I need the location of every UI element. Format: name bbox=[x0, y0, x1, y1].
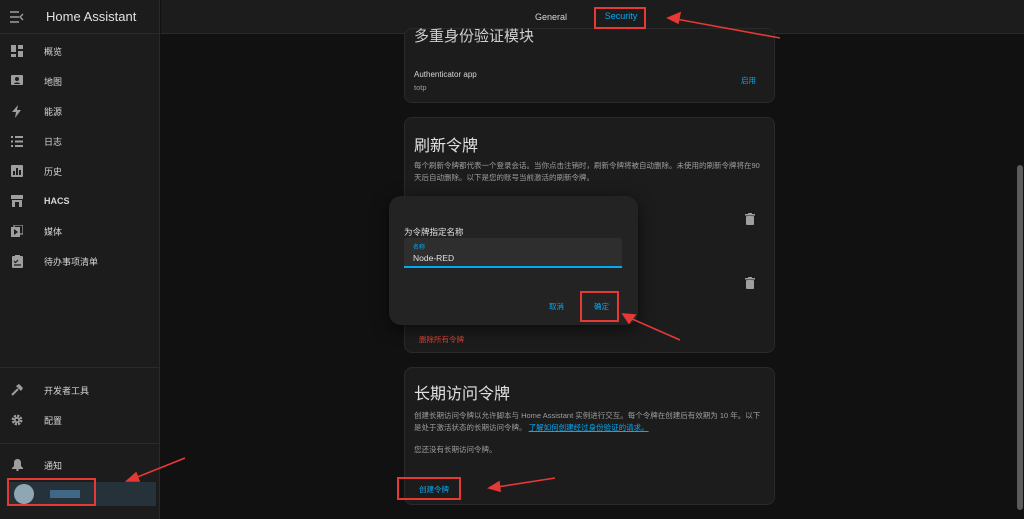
bell-icon bbox=[10, 458, 24, 472]
menu-collapse-icon[interactable] bbox=[10, 10, 26, 24]
avatar bbox=[14, 484, 34, 504]
field-label: 名称 bbox=[413, 245, 426, 251]
sidebar: Home Assistant 概览 地图 能源 日志 历史 HACS 媒体 待办… bbox=[0, 0, 160, 519]
sidebar-item-settings[interactable]: 配置 bbox=[0, 407, 160, 433]
ok-button[interactable]: 确定 bbox=[594, 301, 609, 312]
sidebar-item-label: 通知 bbox=[44, 460, 63, 471]
sidebar-item-todo[interactable]: 待办事项清单 bbox=[0, 248, 160, 274]
sidebar-item-label: 能源 bbox=[44, 106, 63, 117]
sidebar-item-developer-tools[interactable]: 开发者工具 bbox=[0, 377, 160, 403]
chart-icon bbox=[10, 164, 24, 178]
mfa-app-name: Authenticator app bbox=[414, 70, 477, 79]
sidebar-divider bbox=[0, 367, 160, 368]
sidebar-item-notifications[interactable]: 通知 bbox=[0, 452, 160, 478]
mfa-card-title: 多重身份验证模块 bbox=[414, 28, 535, 45]
delete-all-tokens-button[interactable]: 删除所有令牌 bbox=[419, 334, 464, 345]
delete-token-icon[interactable] bbox=[745, 212, 755, 225]
lightning-icon bbox=[10, 104, 24, 118]
sidebar-header: Home Assistant bbox=[0, 0, 159, 34]
long-lived-tokens-card: 长期访问令牌 创建长期访问令牌以允许脚本与 Home Assistant 实例进… bbox=[404, 367, 775, 505]
sidebar-item-media[interactable]: 媒体 bbox=[0, 218, 160, 244]
user-name-redacted bbox=[50, 490, 80, 498]
gear-icon bbox=[10, 413, 24, 427]
sidebar-divider bbox=[0, 443, 160, 444]
hacs-icon bbox=[10, 194, 24, 208]
cancel-button[interactable]: 取消 bbox=[549, 301, 564, 312]
sidebar-item-label: 配置 bbox=[44, 415, 63, 426]
learn-more-link[interactable]: 了解如何创建经过身份验证的请求。 bbox=[529, 423, 649, 432]
token-name-field[interactable]: 名称 Node-RED bbox=[404, 238, 622, 268]
sidebar-item-label: HACS bbox=[44, 196, 70, 206]
sidebar-item-label: 媒体 bbox=[44, 226, 63, 237]
scrollbar-thumb[interactable] bbox=[1017, 165, 1023, 510]
no-tokens-text: 您还没有长期访问令牌。 bbox=[414, 445, 497, 454]
create-token-button[interactable]: 创建令牌 bbox=[419, 484, 449, 495]
app-root: Home Assistant 概览 地图 能源 日志 历史 HACS 媒体 待办… bbox=[0, 0, 1024, 519]
sidebar-item-energy[interactable]: 能源 bbox=[0, 98, 160, 124]
long-lived-card-description: 创建长期访问令牌以允许脚本与 Home Assistant 实例进行交互。每个令… bbox=[414, 410, 766, 434]
app-title: Home Assistant bbox=[46, 9, 137, 24]
sidebar-item-overview[interactable]: 概览 bbox=[0, 38, 160, 64]
refresh-card-title: 刷新令牌 bbox=[414, 138, 479, 155]
sidebar-item-label: 概览 bbox=[44, 46, 63, 57]
clipboard-icon bbox=[10, 254, 24, 268]
sidebar-item-history[interactable]: 历史 bbox=[0, 158, 160, 184]
delete-token-icon[interactable] bbox=[745, 276, 755, 289]
token-name-input[interactable]: Node-RED bbox=[413, 253, 454, 263]
sidebar-item-logbook[interactable]: 日志 bbox=[0, 128, 160, 154]
long-lived-card-title: 长期访问令牌 bbox=[414, 386, 511, 403]
refresh-card-description: 每个刷新令牌都代表一个登录会话。当你点击注销时，刷新令牌将被自动删除。未使用的刷… bbox=[414, 161, 760, 182]
mfa-card: 多重身份验证模块 Authenticator app totp 启用 bbox=[404, 28, 775, 103]
list-icon bbox=[10, 134, 24, 148]
enable-button[interactable]: 启用 bbox=[741, 75, 756, 86]
sidebar-user-profile[interactable] bbox=[8, 482, 156, 506]
sidebar-item-label: 地图 bbox=[44, 76, 63, 87]
hammer-icon bbox=[10, 383, 24, 397]
media-icon bbox=[10, 224, 24, 238]
token-name-dialog: 为令牌指定名称 名称 Node-RED 取消 确定 bbox=[389, 196, 638, 325]
dashboard-icon bbox=[10, 44, 24, 58]
dialog-title: 为令牌指定名称 bbox=[404, 227, 464, 237]
map-icon bbox=[10, 74, 24, 88]
mfa-app-id: totp bbox=[414, 83, 427, 92]
sidebar-item-label: 历史 bbox=[44, 166, 63, 177]
sidebar-item-label: 待办事项清单 bbox=[44, 256, 99, 267]
sidebar-item-hacs[interactable]: HACS bbox=[0, 188, 160, 214]
sidebar-item-label: 开发者工具 bbox=[44, 385, 90, 396]
sidebar-item-map[interactable]: 地图 bbox=[0, 68, 160, 94]
sidebar-item-label: 日志 bbox=[44, 136, 63, 147]
